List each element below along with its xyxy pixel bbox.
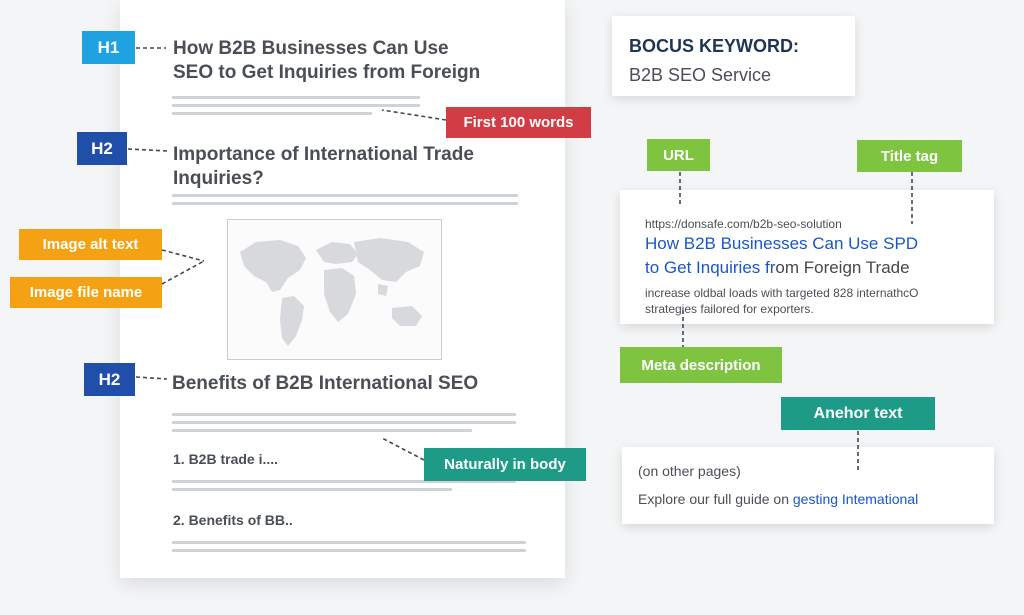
image-file-connector bbox=[161, 260, 205, 285]
connector-lines bbox=[127, 47, 913, 472]
first-100-words-connector bbox=[381, 109, 447, 121]
h2-second-connector bbox=[135, 376, 168, 380]
image-alt-connector bbox=[161, 249, 205, 262]
naturally-in-body-connector bbox=[381, 437, 425, 461]
h2-first-connector bbox=[127, 148, 169, 152]
